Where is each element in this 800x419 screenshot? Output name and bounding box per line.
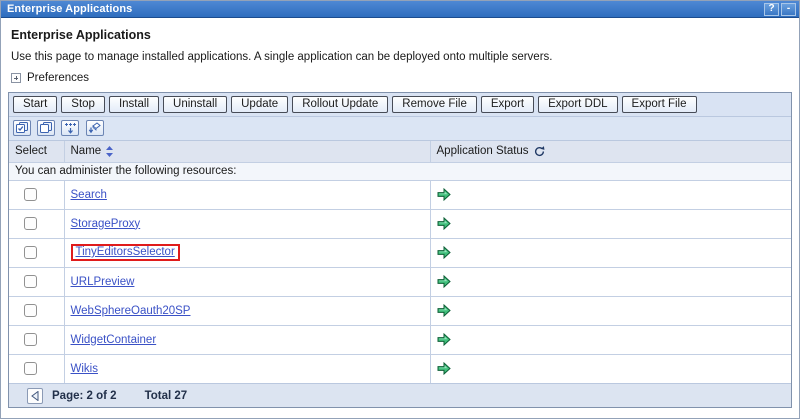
table-header-row: Select Name Application S: [9, 141, 791, 162]
table-caption: You can administer the following resourc…: [9, 162, 791, 180]
toolbar-button-stop[interactable]: Stop: [61, 96, 105, 113]
help-button[interactable]: ?: [764, 3, 779, 16]
table-row: URLPreview: [9, 267, 791, 296]
sort-ascending-descending-icon[interactable]: [106, 146, 113, 157]
row-select-checkbox[interactable]: [24, 246, 37, 259]
clear-filter-icon[interactable]: [86, 120, 104, 136]
toolbar-button-export[interactable]: Export: [481, 96, 534, 113]
toolbar-button-uninstall[interactable]: Uninstall: [163, 96, 227, 113]
minimize-button[interactable]: -: [781, 3, 796, 16]
application-link[interactable]: TinyEditorsSelector: [76, 246, 175, 258]
total-count: Total 27: [145, 390, 188, 402]
application-started-icon: [437, 246, 451, 259]
table-row: TinyEditorsSelector: [9, 238, 791, 267]
previous-page-icon: [31, 391, 39, 401]
application-started-icon: [437, 188, 451, 201]
application-started-icon: [437, 333, 451, 346]
show-filter-icon[interactable]: [61, 120, 79, 136]
expand-preferences-icon[interactable]: [11, 73, 21, 83]
table-caption-row: You can administer the following resourc…: [9, 162, 791, 180]
page-indicator: Page: 2 of 2: [52, 390, 117, 402]
previous-page-button[interactable]: [27, 388, 43, 404]
toolbar-button-remove-file[interactable]: Remove File: [392, 96, 477, 113]
application-link[interactable]: Search: [71, 189, 107, 201]
column-header-name[interactable]: Name: [64, 141, 430, 162]
window-title: Enterprise Applications: [7, 1, 762, 17]
applications-table: Select Name Application S: [9, 141, 791, 383]
preferences-section[interactable]: Preferences: [11, 72, 789, 84]
column-header-select[interactable]: Select: [9, 141, 64, 162]
toolbar-button-start[interactable]: Start: [13, 96, 57, 113]
application-started-icon: [437, 362, 451, 375]
table-row: Search: [9, 180, 791, 209]
console-window: Enterprise Applications ? - Enterprise A…: [0, 0, 800, 419]
table-row: WebSphereOauth20SP: [9, 296, 791, 325]
toolbar-button-install[interactable]: Install: [109, 96, 159, 113]
table-row: StorageProxy: [9, 209, 791, 238]
row-select-checkbox[interactable]: [24, 333, 37, 346]
preferences-label: Preferences: [27, 72, 89, 84]
application-started-icon: [437, 275, 451, 288]
page-description: Use this page to manage installed applic…: [11, 51, 789, 63]
toolbar-button-export-ddl[interactable]: Export DDL: [538, 96, 617, 113]
row-select-checkbox[interactable]: [24, 275, 37, 288]
application-started-icon: [437, 217, 451, 230]
refresh-status-icon[interactable]: [534, 146, 545, 157]
row-select-checkbox[interactable]: [24, 362, 37, 375]
actions-toolbar: StartStopInstallUninstallUpdateRollout U…: [9, 93, 791, 117]
row-select-checkbox[interactable]: [24, 304, 37, 317]
toolbar-button-export-file[interactable]: Export File: [622, 96, 697, 113]
column-header-application-status[interactable]: Application Status: [430, 141, 791, 162]
row-select-checkbox[interactable]: [24, 188, 37, 201]
deselect-all-icon[interactable]: [37, 120, 55, 136]
row-select-checkbox[interactable]: [24, 217, 37, 230]
application-link[interactable]: Wikis: [71, 363, 98, 375]
toolbar-button-update[interactable]: Update: [231, 96, 288, 113]
table-row: Wikis: [9, 354, 791, 383]
applications-table-panel: StartStopInstallUninstallUpdateRollout U…: [8, 92, 792, 408]
table-row: WidgetContainer: [9, 325, 791, 354]
window-titlebar: Enterprise Applications ? -: [1, 1, 799, 18]
application-link[interactable]: StorageProxy: [71, 218, 141, 230]
application-started-icon: [437, 304, 451, 317]
select-all-icon[interactable]: [13, 120, 31, 136]
page-content: Enterprise Applications Use this page to…: [1, 18, 799, 84]
application-link[interactable]: WebSphereOauth20SP: [71, 305, 191, 317]
application-link[interactable]: WidgetContainer: [71, 334, 157, 346]
page-title: Enterprise Applications: [11, 28, 789, 42]
toolbar-button-rollout-update[interactable]: Rollout Update: [292, 96, 388, 113]
pagination-bar: Page: 2 of 2 Total 27: [9, 383, 791, 407]
table-icon-toolbar: [9, 117, 791, 141]
application-link[interactable]: URLPreview: [71, 276, 135, 288]
